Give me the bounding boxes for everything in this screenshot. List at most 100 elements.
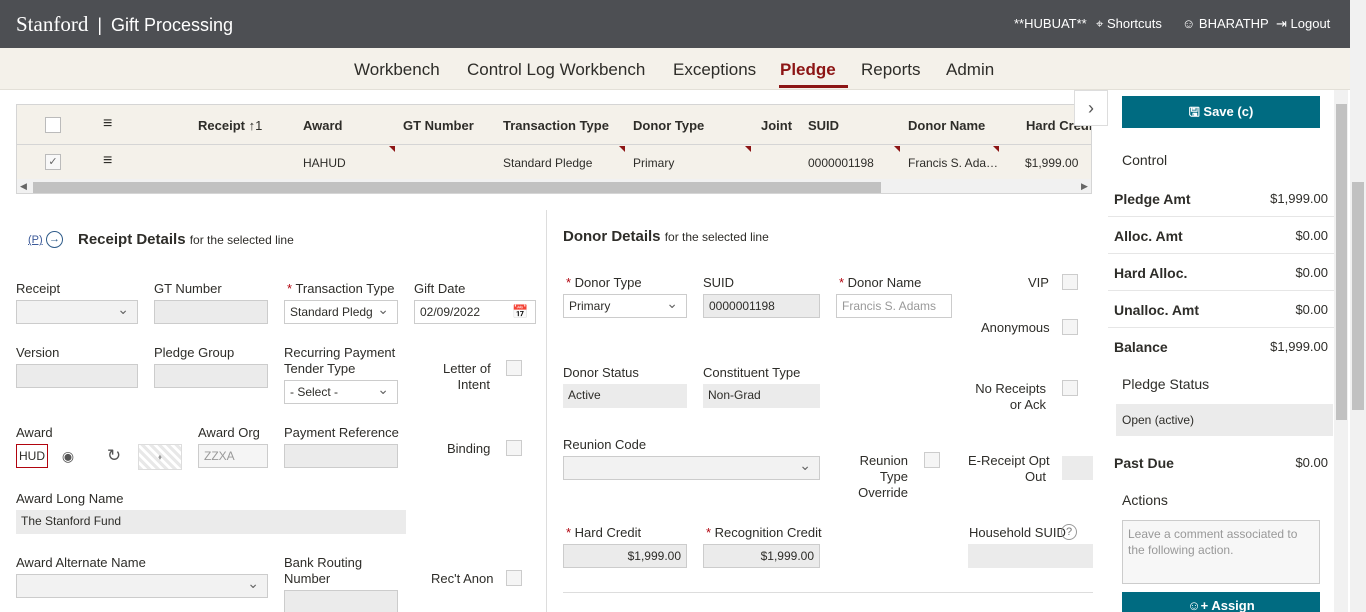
shortcuts-link[interactable]: ⌖ Shortcuts bbox=[1096, 16, 1162, 32]
scroll-left-icon[interactable]: ◀ bbox=[20, 181, 27, 192]
gift-date-label: Gift Date bbox=[414, 281, 466, 296]
cell-donor-type: Primary bbox=[633, 156, 675, 170]
collapse-panel-button[interactable]: › bbox=[1074, 90, 1108, 126]
recognition-credit-field[interactable]: $1,999.00 bbox=[703, 544, 820, 568]
award-field[interactable]: HUD bbox=[16, 444, 48, 468]
col-donor-name[interactable]: Donor Name bbox=[908, 118, 985, 133]
col-joint[interactable]: Joint bbox=[761, 118, 792, 133]
nav-reports[interactable]: Reports bbox=[861, 60, 921, 80]
page-scroll-thumb[interactable] bbox=[1352, 182, 1364, 410]
logout-link[interactable]: ⇥ Logout bbox=[1276, 16, 1330, 32]
col-receipt[interactable]: Receipt ↑1 bbox=[198, 118, 262, 133]
donor-type-label: Donor Type bbox=[566, 275, 642, 290]
row-menu-icon[interactable]: ≡ bbox=[103, 152, 112, 170]
vip-checkbox[interactable] bbox=[1062, 274, 1078, 290]
control-row-pledge-amt: Pledge Amt $1,999.00 bbox=[1108, 180, 1334, 217]
row-flag-donor-name bbox=[993, 146, 999, 152]
action-comment-textarea[interactable]: Leave a comment associated to the follow… bbox=[1122, 520, 1320, 584]
reunion-code-label: Reunion Code bbox=[563, 437, 647, 452]
rect-anon-checkbox[interactable] bbox=[506, 570, 522, 586]
save-button[interactable]: 🖫 Save (c) bbox=[1122, 96, 1320, 128]
row-checkbox[interactable]: ✓ bbox=[45, 154, 61, 170]
app-name: Gift Processing bbox=[111, 15, 234, 35]
scroll-right-icon[interactable]: ▶ bbox=[1081, 181, 1088, 192]
panel-scroll-thumb[interactable] bbox=[1336, 104, 1347, 420]
payment-reference-field[interactable] bbox=[284, 444, 398, 468]
help-icon[interactable]: ? bbox=[1061, 524, 1077, 540]
nav-workbench[interactable]: Workbench bbox=[354, 60, 440, 80]
donor-details-title: Donor Details for the selected line bbox=[563, 228, 769, 245]
bank-routing-label: Bank Routing Number bbox=[284, 555, 363, 586]
col-award[interactable]: Award bbox=[303, 118, 343, 133]
household-suid-field[interactable] bbox=[968, 544, 1093, 568]
recurring-tender-select[interactable]: - Select - bbox=[284, 380, 398, 404]
ereceipt-opt-out-field[interactable] bbox=[1062, 456, 1093, 480]
anonymous-label: Anonymous bbox=[981, 320, 1050, 335]
col-donor-type[interactable]: Donor Type bbox=[633, 118, 704, 133]
top-bar: Stanford | Gift Processing **HUBUAT** ⌖ … bbox=[0, 0, 1350, 48]
anonymous-checkbox[interactable] bbox=[1062, 319, 1078, 335]
transaction-type-select[interactable]: Standard Pledg bbox=[284, 300, 398, 324]
section-divider bbox=[546, 210, 547, 612]
view-icon[interactable]: ◉ bbox=[54, 445, 82, 467]
household-suid-label: Household SUID bbox=[969, 525, 1066, 540]
col-suid[interactable]: SUID bbox=[808, 118, 839, 133]
actions-title: Actions bbox=[1122, 492, 1168, 508]
award-long-name-label: Award Long Name bbox=[16, 491, 124, 506]
pledge-status-title: Pledge Status bbox=[1122, 376, 1210, 392]
no-receipts-checkbox[interactable] bbox=[1062, 380, 1078, 396]
active-tab-indicator bbox=[779, 85, 848, 88]
reunion-code-select[interactable] bbox=[563, 456, 820, 480]
award-label: Award bbox=[16, 425, 53, 440]
calendar-icon[interactable]: 📅 bbox=[512, 304, 528, 320]
user-icon: ☺ bbox=[1182, 16, 1196, 31]
tag-icon[interactable]: ⬪ bbox=[138, 444, 182, 470]
donor-status-label: Donor Status bbox=[563, 365, 639, 380]
award-org-field[interactable]: ZZXA bbox=[198, 444, 268, 468]
bank-routing-field[interactable] bbox=[284, 590, 398, 612]
user-menu[interactable]: ☺ BHARATHP bbox=[1182, 16, 1269, 31]
pledge-group-field[interactable] bbox=[154, 364, 268, 388]
nav-control-log-workbench[interactable]: Control Log Workbench bbox=[467, 60, 645, 80]
table-row[interactable]: ✓ ≡ HAHUD Standard Pledge Primary 000000… bbox=[17, 145, 1091, 179]
donor-name-label: Donor Name bbox=[839, 275, 922, 290]
suid-label: SUID bbox=[703, 275, 735, 290]
col-transaction-type[interactable]: Transaction Type bbox=[503, 118, 609, 133]
hard-credit-field[interactable]: $1,999.00 bbox=[563, 544, 687, 568]
receipt-details-title: Receipt Details for the selected line bbox=[78, 231, 294, 248]
section-divider-bottom bbox=[563, 592, 1093, 593]
constituent-type-label: Constituent Type bbox=[703, 365, 801, 380]
vip-label: VIP bbox=[1028, 275, 1049, 290]
no-receipts-label: No Receipts or Ack bbox=[975, 381, 1046, 412]
brand-logo: Stanford bbox=[16, 12, 89, 36]
reunion-override-checkbox[interactable] bbox=[924, 452, 940, 468]
reunion-override-label: Reunion Type Override bbox=[858, 453, 908, 500]
cell-hard-credit: $1,999.00 bbox=[1025, 156, 1079, 170]
control-row-past-due: Past Due $0.00 bbox=[1114, 455, 1328, 471]
binding-checkbox[interactable] bbox=[506, 440, 522, 456]
constituent-type-field: Non-Grad bbox=[703, 384, 820, 408]
col-gt-number[interactable]: GT Number bbox=[403, 118, 474, 133]
menu-icon[interactable]: ≡ bbox=[103, 115, 112, 133]
nav-exceptions[interactable]: Exceptions bbox=[673, 60, 756, 80]
row-flag-donor-type bbox=[745, 146, 751, 152]
nav-pledge[interactable]: Pledge bbox=[780, 60, 836, 80]
gt-number-field[interactable] bbox=[154, 300, 268, 324]
refresh-icon[interactable]: ↻ bbox=[100, 445, 128, 467]
grid-horizontal-scrollbar[interactable]: ◀ ▶ bbox=[17, 179, 1091, 193]
select-all-checkbox[interactable] bbox=[45, 117, 61, 133]
nav-admin[interactable]: Admin bbox=[946, 60, 994, 80]
assign-button[interactable]: ☺+ Assign bbox=[1122, 592, 1320, 612]
scroll-thumb[interactable] bbox=[33, 182, 881, 193]
suid-field[interactable]: 0000001198 bbox=[703, 294, 820, 318]
receipt-select[interactable] bbox=[16, 300, 138, 324]
donor-type-select[interactable]: Primary bbox=[563, 294, 687, 318]
letter-of-intent-label: Letter of Intent bbox=[443, 361, 491, 392]
arrow-right-circle-icon[interactable]: → bbox=[46, 231, 63, 248]
award-long-name-field: The Stanford Fund bbox=[16, 510, 406, 534]
app-brand[interactable]: Stanford | Gift Processing bbox=[16, 12, 233, 37]
version-field[interactable] bbox=[16, 364, 138, 388]
letter-of-intent-checkbox[interactable] bbox=[506, 360, 522, 376]
donor-name-field[interactable]: Francis S. Adams bbox=[836, 294, 952, 318]
award-alternate-name-select[interactable] bbox=[16, 574, 268, 598]
